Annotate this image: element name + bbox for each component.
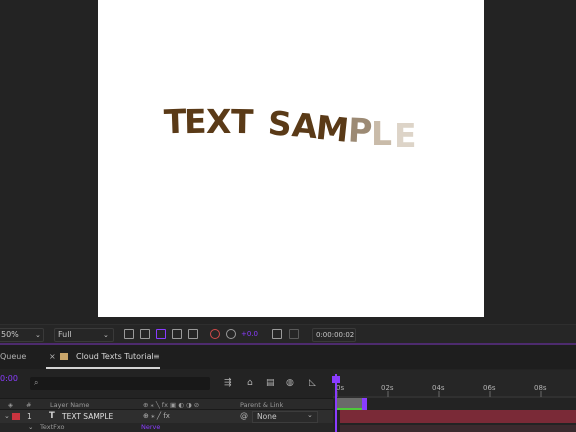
composition-color-swatch <box>60 353 68 360</box>
text-sample-render: T E X T S A M P L E <box>163 102 417 155</box>
time-ruler[interactable]: 0s 02s 04s 06s 08s <box>333 370 576 398</box>
sub-item-label: TextFxo <box>40 423 65 431</box>
draft-3d-icon[interactable]: ⌂ <box>247 378 253 388</box>
composition-viewer: T E X T S A M P L E <box>0 0 576 324</box>
sub-item-value[interactable]: Nerve <box>141 423 160 431</box>
letter: E <box>184 102 207 141</box>
work-area-bar[interactable] <box>337 398 364 408</box>
transparency-grid-icon[interactable] <box>140 329 150 339</box>
viewer-toolbar: 50% ⌄ Full ⌄ +0.0 0:00:00:02 <box>0 324 576 343</box>
resolution-value: Full <box>58 330 72 339</box>
ruler-tick-label: 04s <box>432 384 445 392</box>
zoom-dropdown[interactable]: 50% ⌄ <box>0 328 44 342</box>
chevron-down-icon: ⌄ <box>307 411 313 419</box>
exposure-reset-icon[interactable] <box>226 329 236 339</box>
region-of-interest-icon[interactable] <box>172 329 182 339</box>
expand-chevron-icon[interactable]: ⌄ <box>28 423 33 431</box>
zoom-value: 50% <box>1 330 19 339</box>
layer-row[interactable]: ⌄ 1 T TEXT SAMPLE ⊕ ⁎ ╱ fx @ None ⌄ <box>0 410 333 423</box>
pick-whip-icon[interactable]: @ <box>240 411 248 420</box>
ruler-tick-label: 08s <box>534 384 547 392</box>
timeline-current-time[interactable]: 0:00 <box>0 374 18 383</box>
show-snapshot-icon[interactable] <box>289 329 299 339</box>
hide-shy-layers-icon[interactable]: ▤ <box>266 378 275 388</box>
current-time-value: 0:00:00:02 <box>316 331 355 339</box>
letter: M <box>314 108 351 150</box>
column-layer-name[interactable]: Layer Name <box>50 401 89 409</box>
letter: E <box>394 116 417 155</box>
text-layer-icon: T <box>49 411 55 421</box>
expand-chevron-icon[interactable]: ⌄ <box>4 412 10 420</box>
search-icon: ⌕ <box>34 378 39 387</box>
layer-sub-row[interactable]: ⌄ TextFxo Nerve <box>0 423 333 432</box>
letter: X <box>206 102 231 141</box>
letter: S <box>267 103 293 144</box>
chevron-down-icon: ⌄ <box>35 331 41 339</box>
playhead-handle[interactable] <box>332 376 340 383</box>
column-parent-link[interactable]: Parent & Link <box>240 401 283 409</box>
switches-column-icons: ⊕ ⁎ ╲ fx ▣ ◐ ◑ ⊘ <box>143 401 200 409</box>
sub-track-bar <box>340 425 576 432</box>
tab-composition[interactable]: Cloud Texts Tutorial <box>76 352 154 361</box>
layer-switches[interactable]: ⊕ ⁎ ╱ fx <box>143 412 170 420</box>
label-column-icon: ◈ <box>8 401 13 409</box>
snapshot-camera-icon[interactable] <box>272 329 282 339</box>
guides-icon[interactable] <box>188 329 198 339</box>
parent-dropdown[interactable]: None ⌄ <box>252 411 318 423</box>
number-column-icon: # <box>26 401 32 409</box>
tab-render-queue[interactable]: Queue <box>0 352 26 361</box>
letter: P <box>347 110 373 150</box>
color-channels-icon[interactable] <box>210 329 220 339</box>
close-tab-icon[interactable]: × <box>49 352 56 361</box>
parent-value: None <box>257 412 277 421</box>
composition-canvas[interactable]: T E X T S A M P L E <box>98 0 484 317</box>
frame-blending-icon[interactable]: ◍ <box>286 378 294 388</box>
layer-track-area[interactable] <box>333 398 576 432</box>
layer-duration-bar[interactable] <box>340 410 576 423</box>
panel-menu-icon[interactable]: ≡ <box>153 352 160 361</box>
work-area-end-handle[interactable] <box>362 398 367 410</box>
exposure-value[interactable]: +0.0 <box>241 328 258 340</box>
ruler-tick-label: 0s <box>336 384 345 392</box>
current-time-field[interactable]: 0:00:00:02 <box>312 328 356 342</box>
fast-previews-icon[interactable] <box>124 329 134 339</box>
comp-mini-flowchart-icon[interactable]: ⇶ <box>224 378 232 388</box>
layer-number: 1 <box>27 412 32 421</box>
layer-name[interactable]: TEXT SAMPLE <box>62 412 113 421</box>
layer-search-input[interactable]: ⌕ <box>30 377 210 390</box>
resolution-dropdown[interactable]: Full ⌄ <box>54 328 114 342</box>
ruler-tick-label: 06s <box>483 384 496 392</box>
letter: L <box>371 114 392 153</box>
active-tab-indicator <box>46 367 160 369</box>
letter: T <box>231 102 255 141</box>
ruler-tick-label: 02s <box>381 384 394 392</box>
layer-column-headers: ◈ # Layer Name ⊕ ⁎ ╲ fx ▣ ◐ ◑ ⊘ Parent &… <box>0 398 333 410</box>
timeline-tab-bar: Queue × Cloud Texts Tutorial ≡ <box>0 345 576 369</box>
chevron-down-icon: ⌄ <box>103 331 109 339</box>
graph-editor-icon[interactable]: ◺ <box>309 378 316 388</box>
mask-visibility-icon[interactable] <box>156 329 166 339</box>
layer-label-color[interactable] <box>12 413 20 420</box>
